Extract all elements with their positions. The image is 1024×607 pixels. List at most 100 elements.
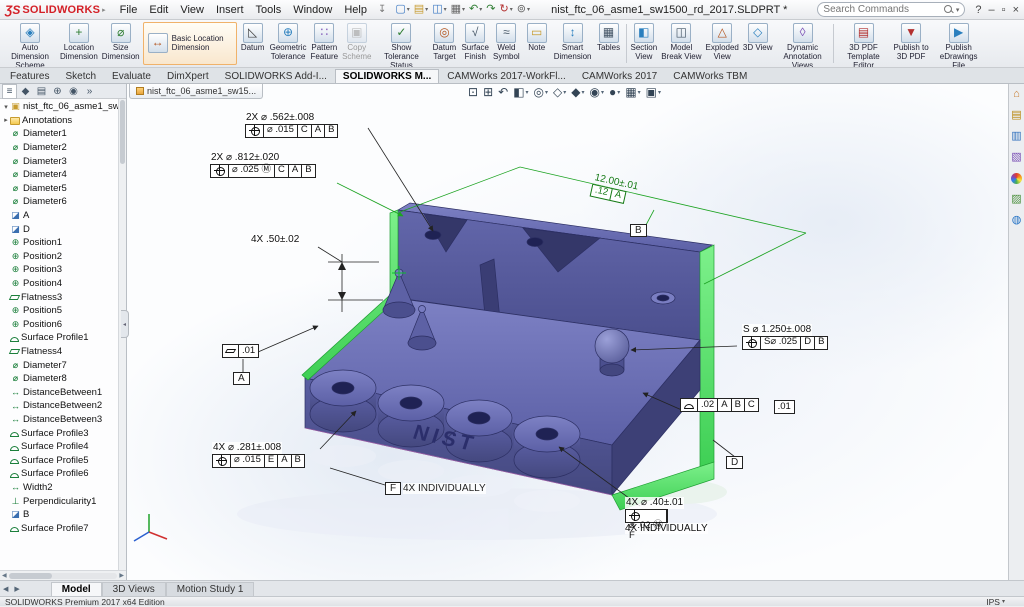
redo-button[interactable]: ↷ ▾ <box>486 4 495 15</box>
datum-target-button[interactable]: ◎ Datum Target <box>429 21 459 66</box>
note-button[interactable]: ▭ Note <box>522 21 552 66</box>
tree-item[interactable]: Diameter8 <box>0 372 118 386</box>
undo-button[interactable]: ↶ ▾ <box>469 4 482 15</box>
tree-item[interactable]: ▸ Annotations <box>0 114 118 128</box>
menu-window[interactable]: Window <box>287 3 338 17</box>
tree-item[interactable]: Position4 <box>0 277 118 291</box>
gdt-callout-40[interactable]: 4X ⌀ .40±.01 ⌀ .02 Ⓜ F 4X INDIVIDUALLY <box>625 497 708 534</box>
tree-item[interactable]: Surface Profile7 <box>0 521 118 535</box>
3d-view-button[interactable]: ◇ 3D View <box>741 21 775 66</box>
tree-item[interactable]: Diameter5 <box>0 182 118 196</box>
section-view-icon[interactable]: ◧ ▾ <box>512 85 529 99</box>
tree-item[interactable]: D <box>0 222 118 236</box>
tab-camworks-workflow[interactable]: CAMWorks 2017-WorkFl... <box>439 69 574 83</box>
tree-item[interactable]: Surface Profile4 <box>0 440 118 454</box>
publish-to-3d-pdf-button[interactable]: ▼ Publish to 3D PDF <box>892 21 931 66</box>
tree-item[interactable]: Surface Profile5 <box>0 453 118 467</box>
minimize-button[interactable]: – <box>989 4 995 16</box>
menu-view[interactable]: View <box>174 3 210 17</box>
units-selector[interactable]: IPS ▾ <box>986 597 1005 607</box>
gdt-callout-profile[interactable]: .02 A B C .01 <box>680 398 795 414</box>
print-button[interactable]: ▦ ▾ <box>451 4 465 15</box>
save-button[interactable]: ◫ ▾ <box>432 4 446 15</box>
tab-features[interactable]: Features <box>2 69 57 83</box>
tree-item[interactable]: DistanceBetween3 <box>0 413 118 427</box>
tree-item[interactable]: Perpendicularity1 <box>0 494 118 508</box>
tree-item[interactable]: Diameter2 <box>0 141 118 155</box>
tab-motion-study-1[interactable]: Motion Study 1 <box>166 582 255 596</box>
maximize-button[interactable]: ▫ <box>1002 4 1006 16</box>
tree-item[interactable]: Position5 <box>0 304 118 318</box>
exploded-view-button[interactable]: △ Exploded View <box>704 21 741 66</box>
close-button[interactable]: × <box>1013 4 1019 16</box>
propertymanager-tab[interactable]: ◆ <box>18 85 33 98</box>
tree-item[interactable]: Position2 <box>0 250 118 264</box>
basic-location-dimension-button[interactable]: ↔ Basic Location Dimension <box>143 22 237 65</box>
datum-a-label[interactable]: A <box>233 372 250 385</box>
tab-dimxpert[interactable]: DimXpert <box>159 69 217 83</box>
gdt-callout-812[interactable]: 2X ⌀ .812±.020 ⌀ .025 Ⓜ C A B <box>210 152 316 180</box>
custom-properties-icon[interactable]: ▨ <box>1011 194 1021 205</box>
gdt-callout-1250[interactable]: S ⌀ 1.250±.008 S⌀ .025 D B <box>742 324 828 352</box>
section-view-button[interactable]: ◧ Section View <box>629 21 660 66</box>
size-dimension-button[interactable]: ⌀ Size Dimension <box>100 21 142 66</box>
appearances-scenes-icon[interactable] <box>1011 173 1022 184</box>
rebuild-button[interactable]: ↻ ▾ <box>499 4 512 15</box>
copy-scheme-button[interactable]: ▣ Copy Scheme <box>340 21 373 66</box>
options-button[interactable]: ⊚ ▾ <box>517 4 530 15</box>
displaymanager-tab[interactable]: ◉ <box>66 85 81 98</box>
dimension-callout-50[interactable]: 4X .50±.02 <box>250 234 300 246</box>
dynamic-annotation-views-button[interactable]: ◊ Dynamic Annotation Views <box>775 21 831 66</box>
tree-item[interactable]: Diameter7 <box>0 358 118 372</box>
tree-item[interactable]: Position6 <box>0 318 118 332</box>
tree-expand-icon[interactable]: ▾ <box>2 103 10 111</box>
pin-menu-icon[interactable]: ↧ <box>378 4 386 15</box>
surface-finish-button[interactable]: √ Surface Finish <box>459 21 491 66</box>
apply-scene-icon[interactable]: ▦ ▾ <box>624 85 641 99</box>
gdt-callout-562[interactable]: 2X ⌀ .562±.008 ⌀ .015 C A B <box>245 112 338 140</box>
datum-b-label[interactable]: B <box>630 224 647 237</box>
tree-item[interactable]: A <box>0 209 118 223</box>
tab-scroll-right[interactable]: ▶ <box>11 585 22 593</box>
weld-symbol-button[interactable]: ≈ Weld Symbol <box>491 21 522 66</box>
solidworks-forum-icon[interactable]: ◍ <box>1012 215 1022 226</box>
tree-item[interactable]: Surface Profile1 <box>0 331 118 345</box>
search-icon[interactable] <box>944 5 953 14</box>
tree-horizontal-scrollbar[interactable]: ◀▶ <box>0 570 126 580</box>
tree-item[interactable]: ▾ nist_ftc_06_asme1_sw1500_rd_ <box>0 100 118 114</box>
tab-camworks-2017[interactable]: CAMWorks 2017 <box>574 69 665 83</box>
view-palette-icon[interactable]: ▧ <box>1011 152 1021 163</box>
view-settings-icon[interactable]: ▣ ▾ <box>645 85 662 99</box>
publish-edrawings-file-button[interactable]: ▶ Publish eDrawings File <box>931 21 987 66</box>
tree-item[interactable]: Surface Profile6 <box>0 467 118 481</box>
annotation-views-icon[interactable]: ◎ ▾ <box>533 85 550 99</box>
tab-camworks-tbm[interactable]: CAMWorks TBM <box>665 69 755 83</box>
tab-sketch[interactable]: Sketch <box>57 69 104 83</box>
dimxpertmanager-tab[interactable]: ⊕ <box>50 85 65 98</box>
pattern-feature-button[interactable]: ∷ Pattern Feature <box>309 21 341 66</box>
tree-item[interactable]: Diameter1 <box>0 127 118 141</box>
menu-insert[interactable]: Insert <box>210 3 250 17</box>
geometric-tolerance-button[interactable]: ⊕ Geometric Tolerance <box>268 21 309 66</box>
open-file-button[interactable]: ▤ ▾ <box>414 4 428 15</box>
help-button[interactable]: ? <box>975 4 981 16</box>
featuremanager-tab[interactable]: ≡ <box>2 84 17 99</box>
datum-button[interactable]: ◺ Datum <box>238 21 268 66</box>
search-caret-icon[interactable]: ▾ <box>956 6 960 14</box>
tab-model[interactable]: Model <box>51 582 102 596</box>
location-dimension-button[interactable]: + Location Dimension <box>58 21 100 66</box>
hide-show-items-icon[interactable]: ◉ ▾ <box>589 85 606 99</box>
search-input[interactable] <box>823 4 940 15</box>
zoom-area-icon[interactable]: ⊞ ▾ <box>482 85 494 99</box>
gdt-callout-flatness[interactable]: .01 <box>222 344 259 358</box>
auto-dimension-scheme-button[interactable]: ◈ Auto Dimension Scheme <box>2 21 58 66</box>
datum-d-label[interactable]: D <box>726 456 743 469</box>
gdt-callout-281[interactable]: 4X ⌀ .281±.008 ⌀ .015 E A B <box>212 442 305 470</box>
show-tolerance-status-button[interactable]: ✓ Show Tolerance Status <box>373 21 429 66</box>
menu-file[interactable]: File <box>114 3 144 17</box>
previous-view-icon[interactable]: ↶ ▾ <box>497 85 509 99</box>
solidworks-resources-icon[interactable]: ⌂ <box>1013 89 1020 100</box>
document-tab[interactable]: nist_ftc_06_asme1_sw15... <box>129 84 263 99</box>
tree-item[interactable]: Position1 <box>0 236 118 250</box>
menu-tools[interactable]: Tools <box>250 3 288 17</box>
